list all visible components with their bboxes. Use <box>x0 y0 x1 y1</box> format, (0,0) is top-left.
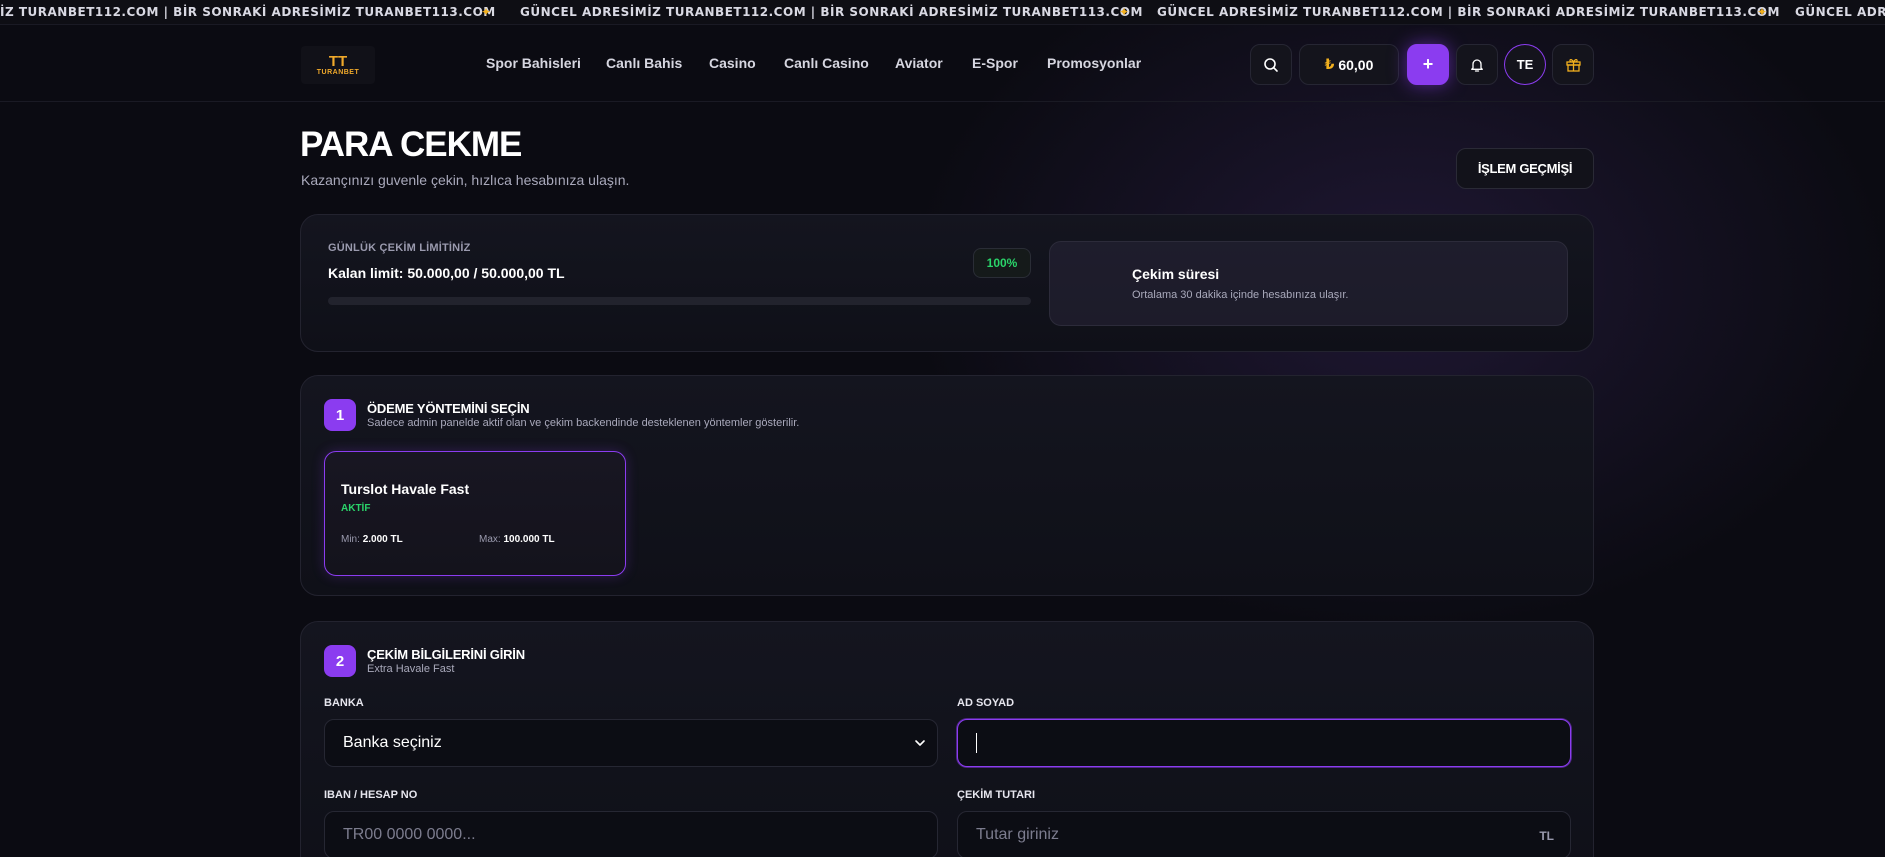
ticker-text: GÜNCEL ADRESİMİZ TURANBET112.COM | BİR S… <box>1157 5 1780 19</box>
chevron-down-icon <box>915 740 925 746</box>
withdraw-time-subtitle: Ortalama 30 dakika içinde hesabınıza ula… <box>1132 289 1349 301</box>
deposit-button[interactable]: + <box>1407 44 1449 85</box>
site-logo[interactable]: TT TURANBET <box>301 46 375 84</box>
payment-method-card: 1 ÖDEME YÖNTEMİNİ SEÇİN Sadece admin pan… <box>300 375 1594 596</box>
search-button[interactable] <box>1250 44 1292 85</box>
step-title: ÇEKİM BİLGİLERİNİ GİRİN <box>367 647 525 662</box>
limit-value: Kalan limit: 50.000,00 / 50.000,00 TL <box>328 265 565 281</box>
logo-text: TURANBET <box>316 69 360 76</box>
ticker-text: GÜNCEL ADRE <box>1795 5 1885 19</box>
nav-item-casino[interactable]: Casino <box>709 55 756 71</box>
search-icon <box>1264 57 1278 72</box>
avatar-initials: TE <box>1516 57 1534 72</box>
announcement-ticker: İZ TURANBET112.COM | BİR SONRAKİ ADRESİM… <box>0 0 1885 25</box>
nav-item-canli-casino[interactable]: Canlı Casino <box>784 55 869 71</box>
limit-label: GÜNLÜK ÇEKİM LİMİTİNİZ <box>328 242 471 254</box>
method-status-badge: AKTİF <box>341 503 371 514</box>
amount-placeholder: Tutar giriniz <box>976 826 1059 843</box>
payment-method-option[interactable]: Turslot Havale Fast AKTİF Min: 2.000 TL … <box>324 451 626 576</box>
site-header: TT TURANBET Spor Bahisleri Canlı Bahis C… <box>0 26 1885 102</box>
iban-label: IBAN / HESAP NO <box>324 789 418 801</box>
gift-icon <box>1565 59 1581 72</box>
nav-item-canli-bahis[interactable]: Canlı Bahis <box>606 55 682 71</box>
iban-input[interactable]: TR00 0000 0000... <box>324 811 938 857</box>
step-subtitle: Extra Havale Fast <box>367 663 455 675</box>
logo-mark-icon: TT <box>328 53 348 70</box>
notifications-button[interactable] <box>1456 44 1498 85</box>
page-subtitle: Kazançınızı guvenle çekin, hızlıca hesab… <box>301 172 630 188</box>
full-name-label: AD SOYAD <box>957 697 1015 709</box>
text-caret <box>976 733 977 753</box>
ticker-text: GÜNCEL ADRESİMİZ TURANBET112.COM | BİR S… <box>520 5 1143 19</box>
ticker-separator-icon: ✦ <box>1119 5 1130 19</box>
amount-input[interactable]: Tutar giriniz TL <box>957 811 1571 857</box>
nav-item-promosyonlar[interactable]: Promosyonlar <box>1047 55 1141 71</box>
step-title: ÖDEME YÖNTEMİNİ SEÇİN <box>367 401 530 416</box>
amount-currency-suffix: TL <box>1539 829 1554 843</box>
full-name-input[interactable] <box>957 719 1571 767</box>
step-number-badge: 2 <box>324 645 356 677</box>
ticker-separator-icon: ✦ <box>481 5 492 19</box>
gift-button[interactable] <box>1552 44 1594 85</box>
amount-label: ÇEKİM TUTARI <box>957 789 1036 801</box>
limit-progress-bar <box>328 297 1031 305</box>
iban-placeholder: TR00 0000 0000... <box>343 826 476 843</box>
limit-percent-badge: 100% <box>973 248 1031 278</box>
bank-select-value: Banka seçiniz <box>343 734 442 751</box>
plus-icon: + <box>1422 54 1434 74</box>
step-subtitle: Sadece admin panelde aktif olan ve çekim… <box>367 417 800 429</box>
bank-label: BANKA <box>324 697 364 709</box>
step-number-badge: 1 <box>324 399 356 431</box>
method-min-limit: Min: 2.000 TL <box>341 534 403 545</box>
nav-item-aviator[interactable]: Aviator <box>895 55 943 71</box>
method-max-limit: Max: 100.000 TL <box>479 534 555 545</box>
limit-progress-fill <box>328 297 1031 305</box>
bank-select[interactable]: Banka seçiniz <box>324 719 938 767</box>
withdraw-time-info: Çekim süresi Ortalama 30 dakika içinde h… <box>1049 241 1568 326</box>
withdraw-time-title: Çekim süresi <box>1132 266 1220 282</box>
balance-amount: 60,00 <box>1338 56 1374 73</box>
user-avatar[interactable]: TE <box>1504 44 1546 85</box>
nav-item-spor-bahisleri[interactable]: Spor Bahisleri <box>486 55 581 71</box>
withdraw-limit-card: GÜNLÜK ÇEKİM LİMİTİNİZ Kalan limit: 50.0… <box>300 214 1594 352</box>
ticker-separator-icon: ✦ <box>1757 5 1768 19</box>
ticker-text: İZ TURANBET112.COM | BİR SONRAKİ ADRESİM… <box>0 5 496 19</box>
transaction-history-button[interactable]: İŞLEM GEÇMİŞİ <box>1456 148 1594 189</box>
currency-icon: ₺ <box>1324 56 1335 72</box>
balance-display[interactable]: ₺ 60,00 <box>1299 44 1399 85</box>
bell-icon <box>1471 58 1483 72</box>
withdraw-details-card: 2 ÇEKİM BİLGİLERİNİ GİRİN Extra Havale F… <box>300 621 1594 857</box>
page-title: PARA CEKME <box>300 125 522 164</box>
method-name: Turslot Havale Fast <box>341 481 470 497</box>
nav-item-e-spor[interactable]: E-Spor <box>972 55 1018 71</box>
